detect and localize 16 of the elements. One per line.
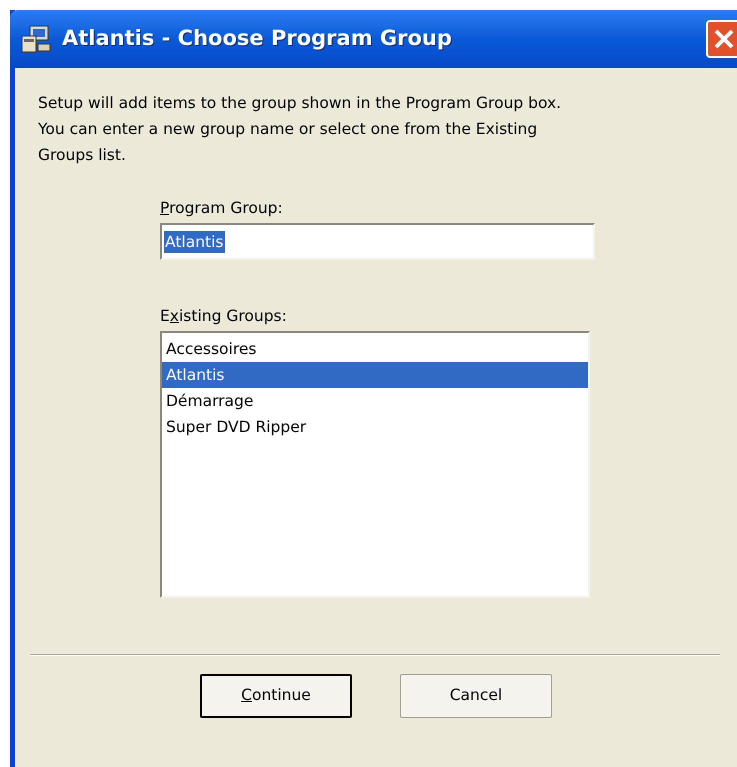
close-icon (713, 28, 735, 50)
list-item[interactable]: Démarrage (162, 388, 588, 414)
list-item[interactable]: Super DVD Ripper (162, 414, 588, 440)
program-group-field[interactable]: Atlantis (160, 223, 595, 260)
list-item[interactable]: Atlantis (162, 362, 588, 388)
program-group-value: Atlantis (164, 230, 224, 252)
list-item[interactable]: Accessoires (162, 336, 588, 362)
program-group-label: Program Group: (160, 198, 284, 218)
existing-groups-list[interactable]: Accessoires Atlantis Démarrage Super DVD Ripper (160, 331, 590, 598)
computer-setup-icon (20, 24, 52, 54)
close-button[interactable] (706, 20, 737, 58)
continue-button[interactable]: Continue (200, 674, 352, 718)
description-text: Setup will add items to the group shown in the Program Group box. You can enter a new group name or select one from the Existing Groups list. (38, 93, 562, 166)
cancel-button[interactable]: Cancel (400, 674, 552, 718)
window-title: Atlantis - Choose Program Group (62, 25, 452, 52)
existing-groups-label: Existing Groups: (160, 306, 288, 326)
